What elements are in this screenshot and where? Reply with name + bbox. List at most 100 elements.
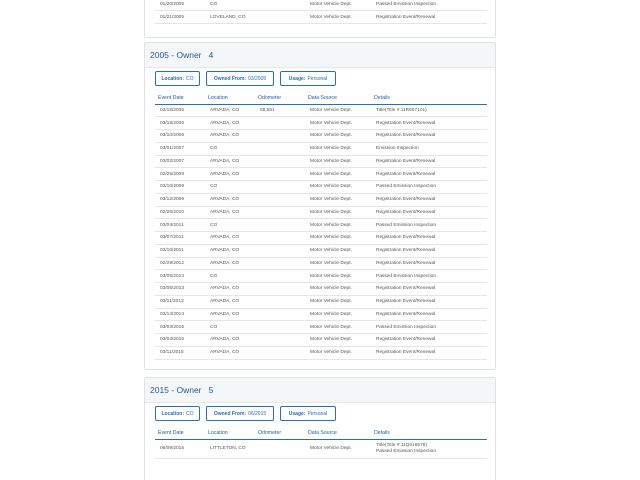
odometer-cell [255, 320, 305, 334]
details-cell: Registration Event/Renewal [371, 333, 487, 347]
data-source-cell: Motor Vehicle Dept. [305, 10, 371, 24]
event-table-owner-4: Event Date Location Odometer Data Source… [155, 92, 487, 360]
odometer-cell [255, 218, 305, 232]
event-date-cell: 03/06/2013 [155, 282, 205, 296]
details-cell: Registration Event/Renewal [371, 155, 487, 169]
odometer-cell: 58,551 [255, 104, 305, 118]
column-header-data-source: Data Source [305, 427, 371, 440]
table-row: 03/14/2014 ARVADA, CO Motor Vehicle Dept. R… [155, 308, 487, 322]
details-cell: Registration Event/Renewal [371, 10, 487, 24]
owner-card-4: 2005 - Owner 4 Location: CO Owned From: 03… [144, 42, 496, 370]
column-header-location: Location [205, 427, 255, 440]
odometer-cell [255, 193, 305, 207]
details-cell: Passed Emission Inspection [371, 320, 487, 334]
data-source-cell: Motor Vehicle Dept. [305, 167, 371, 181]
owner-card-header: 2015 - Owner 5 [145, 378, 495, 403]
details-cell: Registration Event/Renewal [371, 193, 487, 207]
event-date-cell: 02/26/2010 [155, 206, 205, 220]
location-cell: ARVADA, CO [205, 116, 255, 130]
location-cell: ARVADA, CO [205, 346, 255, 360]
data-source-cell: Motor Vehicle Dept. [305, 244, 371, 258]
odometer-cell [255, 142, 305, 156]
location-cell: ARVADA, CO [205, 257, 255, 271]
odometer-cell [255, 0, 305, 12]
odometer-cell [255, 333, 305, 347]
event-date-cell: 03/07/2011 [155, 231, 205, 245]
odometer-cell [255, 206, 305, 220]
table-row: 03/10/2011 ARVADA, CO Motor Vehicle Dept. R… [155, 244, 487, 258]
location-cell: CO [205, 269, 255, 283]
location-cell: ARVADA, CO [205, 244, 255, 258]
owner-title: 2005 - Owner 4 [150, 50, 214, 60]
data-source-cell: Motor Vehicle Dept. [305, 308, 371, 322]
table-row: 03/10/2006 ARVADA, CO Motor Vehicle Dept. R… [155, 129, 487, 143]
column-header-event-date: Event Date [155, 92, 205, 105]
data-source-cell: Motor Vehicle Dept. [305, 180, 371, 194]
data-source-cell: Motor Vehicle Dept. [305, 333, 371, 347]
location-cell: LITTLETON, CO [205, 439, 255, 459]
data-source-cell: Motor Vehicle Dept. [305, 269, 371, 283]
details-cell: Registration Event/Renewal [371, 282, 487, 296]
details-cell: Registration Event/Renewal [371, 295, 487, 309]
event-date-cell: 03/14/2014 [155, 308, 205, 322]
data-source-cell: Motor Vehicle Dept. [305, 155, 371, 169]
table-row: 03/11/2013 ARVADA, CO Motor Vehicle Dept. R… [155, 295, 487, 309]
details-cell: Passed Emission Inspection [371, 269, 487, 283]
event-date-cell: 03/05/2013 [155, 269, 205, 283]
table-row: 03/04/2011 CO Motor Vehicle Dept. Passed Em… [155, 218, 487, 232]
details-cell: Registration Event/Renewal [371, 231, 487, 245]
details-cell: Registration Event/Renewal [371, 206, 487, 220]
data-source-cell: Motor Vehicle Dept. [305, 346, 371, 360]
event-date-cell: 03/11/2015 [155, 346, 205, 360]
location-badge: Location: CO [155, 406, 200, 421]
details-cell: Registration Event/Renewal [371, 244, 487, 258]
location-badge: Location: CO [155, 71, 200, 86]
event-date-cell: 03/18/2005 [155, 104, 205, 118]
event-date-cell: 03/10/2011 [155, 244, 205, 258]
column-header-odometer: Odometer [255, 92, 305, 105]
column-header-event-date: Event Date [155, 427, 205, 440]
table-row: 03/12/2009 ARVADA, CO Motor Vehicle Dept. R… [155, 193, 487, 207]
column-header-details: Details [371, 427, 487, 440]
table-row: 01/20/2005 CO Motor Vehicle Dept. Passed Em… [155, 0, 487, 12]
data-source-cell: Motor Vehicle Dept. [305, 206, 371, 220]
location-cell: ARVADA, CO [205, 167, 255, 181]
table-row: 03/02/2007 ARVADA, CO Motor Vehicle Dept. R… [155, 155, 487, 169]
table-row: 03/04/2015 ARVADA, CO Motor Vehicle Dept. R… [155, 333, 487, 347]
data-source-cell: Motor Vehicle Dept. [305, 320, 371, 334]
details-cell: Passed Emission Inspection [371, 0, 487, 12]
owner-card-previous: 01/20/2005 CO Motor Vehicle Dept. Passed Em… [144, 0, 496, 38]
event-date-cell: 01/21/2005 [155, 10, 205, 24]
data-source-cell: Motor Vehicle Dept. [305, 257, 371, 271]
table-row: 03/01/2007 CO Motor Vehicle Dept. Emission … [155, 142, 487, 156]
data-source-cell: Motor Vehicle Dept. [305, 231, 371, 245]
details-cell: Passed Emission Inspection [371, 180, 487, 194]
location-cell: ARVADA, CO [205, 231, 255, 245]
odometer-cell [255, 244, 305, 258]
event-date-cell: 03/10/2009 [155, 180, 205, 194]
odometer-cell [255, 129, 305, 143]
location-cell: ARVADA, CO [205, 155, 255, 169]
location-cell: ARVADA, CO [205, 104, 255, 118]
odometer-cell [255, 155, 305, 169]
owner-card-5: 2015 - Owner 5 Location: CO Owned From: 06… [144, 377, 496, 480]
table-row: 03/18/2005 ARVADA, CO Motor Vehicle Dept. R… [155, 116, 487, 130]
table-row: 03/07/2011 ARVADA, CO Motor Vehicle Dept. R… [155, 231, 487, 245]
owner-badges: Location: CO Owned From: 06/2015 Usage: Per… [145, 406, 495, 421]
location-cell: ARVADA, CO [205, 129, 255, 143]
usage-badge: Usage: Personal [280, 406, 336, 421]
column-header-odometer: Odometer [255, 427, 305, 440]
details-cell: Registration Event/Renewal [371, 116, 487, 130]
event-date-cell: 03/11/2013 [155, 295, 205, 309]
event-date-cell: 03/03/2015 [155, 320, 205, 334]
event-date-cell: 03/18/2005 [155, 116, 205, 130]
data-source-cell: Motor Vehicle Dept. [305, 193, 371, 207]
odometer-cell [255, 167, 305, 181]
details-cell: Registration Event/Renewal [371, 308, 487, 322]
column-header-data-source: Data Source [305, 92, 371, 105]
owner-card-header: 2005 - Owner 4 [145, 43, 495, 68]
event-date-cell: 01/20/2005 [155, 0, 205, 12]
owned-from-badge: Owned From: 03/2005 [206, 71, 274, 86]
details-cell: Passed Emission Inspection [371, 218, 487, 232]
event-date-cell: 03/04/2011 [155, 218, 205, 232]
